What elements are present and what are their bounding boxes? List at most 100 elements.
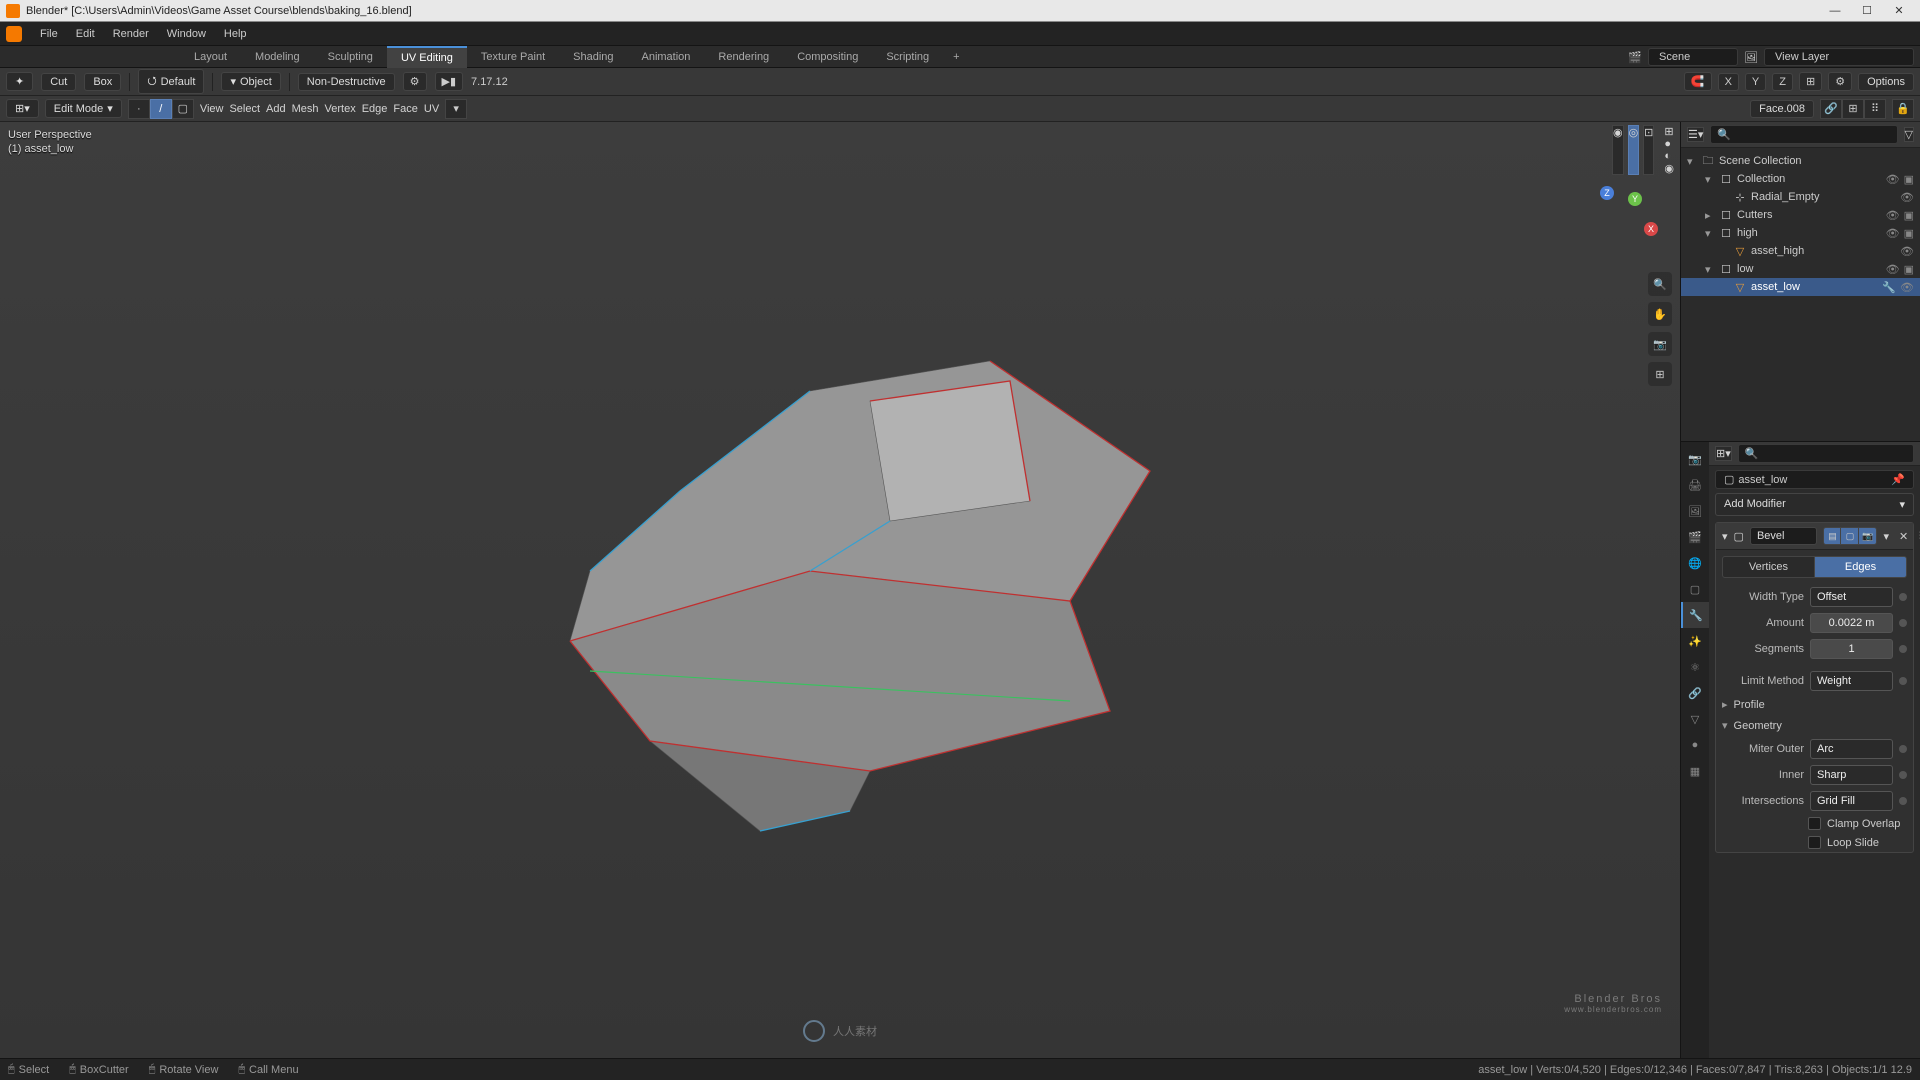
shading-wireframe[interactable]: ⊞ (1664, 125, 1674, 138)
tree-item[interactable]: ▾☐Collection👁▣ (1681, 170, 1920, 188)
axis-gizmo[interactable]: X Y Z (1590, 182, 1660, 252)
overlay-button[interactable]: ⊞ (1799, 72, 1822, 91)
restrict-icon[interactable]: ▣ (1904, 227, 1914, 240)
mode-selector[interactable]: Edit Mode▾ (45, 99, 122, 118)
gizmo-toggle[interactable]: ◉ (1612, 125, 1624, 175)
play-icon[interactable]: ▶▮ (435, 72, 464, 91)
eye-icon[interactable]: 👁 (1886, 173, 1900, 186)
bevel-vertices-tab[interactable]: Vertices (1722, 556, 1815, 578)
overlay-toggle[interactable]: ◎ (1628, 125, 1640, 175)
menu-vertex[interactable]: Vertex (325, 103, 356, 115)
filter-icon[interactable]: ▽ (1904, 127, 1914, 142)
keyframe-dot[interactable] (1899, 619, 1907, 627)
tab-modeling[interactable]: Modeling (241, 47, 314, 67)
eye-icon[interactable]: 👁 (1886, 263, 1900, 276)
link-icon[interactable]: 🔗 (1820, 99, 1842, 119)
tab-sculpting[interactable]: Sculpting (314, 47, 387, 67)
geometry-section[interactable]: ▾Geometry (1716, 715, 1913, 736)
ptab-modifier[interactable]: 🔧 (1681, 602, 1709, 628)
xray-toggle[interactable]: ⊡ (1643, 125, 1654, 175)
keyframe-dot[interactable] (1899, 745, 1907, 753)
delete-modifier-button[interactable]: ✕ (1895, 530, 1912, 543)
grid-icon[interactable]: ⊞ (1842, 99, 1864, 119)
dropdown-icon[interactable]: ▾ (1883, 530, 1889, 543)
tab-layout[interactable]: Layout (180, 47, 241, 67)
tab-rendering[interactable]: Rendering (704, 47, 783, 67)
eye-icon[interactable]: 👁 (1886, 227, 1900, 240)
axis-z-button[interactable]: Z (1772, 73, 1793, 91)
tool-default[interactable]: ⭯Default (138, 69, 204, 94)
tool-mode-object[interactable]: ▾Object (221, 72, 280, 91)
menu-add[interactable]: Add (266, 103, 286, 115)
amount-field[interactable]: 0.0022 m (1810, 613, 1893, 633)
tree-item[interactable]: ▾☐high👁▣ (1681, 224, 1920, 242)
menu-face[interactable]: Face (393, 103, 417, 115)
eye-icon[interactable]: 👁 (1886, 209, 1900, 222)
ptab-physics[interactable]: ⚛ (1681, 654, 1709, 680)
face-field[interactable]: Face.008 (1750, 100, 1814, 118)
restrict-icon[interactable]: ▣ (1904, 209, 1914, 222)
menu-view[interactable]: View (200, 103, 224, 115)
axis-y-icon[interactable]: Y (1628, 192, 1642, 206)
tab-animation[interactable]: Animation (628, 47, 705, 67)
scene-selector[interactable]: Scene (1648, 48, 1738, 66)
axis-z-icon[interactable]: Z (1600, 186, 1614, 200)
gear2-icon[interactable]: ⚙ (1828, 72, 1852, 91)
ptab-constraints[interactable]: 🔗 (1681, 680, 1709, 706)
tree-item[interactable]: ⊹Radial_Empty👁 (1681, 188, 1920, 206)
clamp-overlap-checkbox[interactable]: Clamp Overlap (1716, 814, 1913, 833)
menu-help[interactable]: Help (216, 25, 255, 43)
ptab-object[interactable]: ▢ (1681, 576, 1709, 602)
toggle-realtime[interactable]: ▢ (1841, 527, 1859, 545)
axis-x-button[interactable]: X (1718, 73, 1739, 91)
limit-method-dropdown[interactable]: Weight (1810, 671, 1893, 691)
menu-window[interactable]: Window (159, 25, 214, 43)
axis-y-button[interactable]: Y (1745, 73, 1766, 91)
keyframe-dot[interactable] (1899, 797, 1907, 805)
ptab-particles[interactable]: ✨ (1681, 628, 1709, 654)
lock-icon[interactable]: 🔒 (1892, 99, 1914, 119)
tree-item[interactable]: ▾☐low👁▣ (1681, 260, 1920, 278)
tool-box[interactable]: Box (84, 73, 121, 91)
tool-destructive[interactable]: Non-Destructive (298, 73, 395, 91)
tab-scripting[interactable]: Scripting (872, 47, 943, 67)
tab-shading[interactable]: Shading (559, 47, 627, 67)
editor-type-dropdown[interactable]: ⊞▾ (6, 99, 39, 118)
perspective-toggle-icon[interactable]: ⊞ (1648, 362, 1672, 386)
menu-mesh[interactable]: Mesh (292, 103, 319, 115)
ptab-mesh[interactable]: ▽ (1681, 706, 1709, 732)
viewlayer-selector[interactable]: View Layer (1764, 48, 1914, 66)
keyframe-dot[interactable] (1899, 593, 1907, 601)
gear-icon[interactable]: ⚙ (403, 72, 427, 91)
face-select-button[interactable]: ▢ (172, 99, 194, 119)
tree-item[interactable]: ▽asset_high👁 (1681, 242, 1920, 260)
ptab-scene[interactable]: 🎬 (1681, 524, 1709, 550)
menu-file[interactable]: File (32, 25, 66, 43)
outliner-search[interactable]: 🔍 (1710, 125, 1897, 144)
miter-outer-dropdown[interactable]: Arc (1810, 739, 1893, 759)
inner-dropdown[interactable]: Sharp (1810, 765, 1893, 785)
dots-icon[interactable]: ⠿ (1864, 99, 1886, 119)
eye-icon[interactable]: 👁 (1900, 245, 1914, 258)
ptab-output[interactable]: 🖨 (1681, 472, 1709, 498)
loop-slide-checkbox[interactable]: Loop Slide (1716, 833, 1913, 852)
zoom-icon[interactable]: 🔍 (1648, 272, 1672, 296)
outliner-type-dropdown[interactable]: ☰▾ (1687, 127, 1704, 142)
blender-icon[interactable] (6, 26, 22, 42)
properties-type-dropdown[interactable]: ⊞▾ (1715, 446, 1732, 461)
properties-search[interactable]: 🔍 (1738, 444, 1914, 463)
shading-material[interactable]: ◐ (1664, 150, 1674, 162)
width-type-dropdown[interactable]: Offset (1810, 587, 1893, 607)
pan-icon[interactable]: ✋ (1648, 302, 1672, 326)
segments-field[interactable]: 1 (1810, 639, 1893, 659)
tab-uv-editing[interactable]: UV Editing (387, 46, 467, 68)
snap-button[interactable]: 🧲 (1684, 72, 1712, 91)
ptab-material[interactable]: ● (1681, 732, 1709, 758)
modifier-name-field[interactable]: Bevel (1750, 527, 1818, 545)
ptab-viewlayer[interactable]: 🖼 (1681, 498, 1709, 524)
add-workspace-button[interactable]: + (943, 47, 969, 67)
tree-item[interactable]: ▸☐Cutters👁▣ (1681, 206, 1920, 224)
options-dropdown[interactable]: Options (1858, 73, 1914, 91)
keyframe-dot[interactable] (1899, 677, 1907, 685)
close-button[interactable]: ✕ (1884, 2, 1914, 20)
